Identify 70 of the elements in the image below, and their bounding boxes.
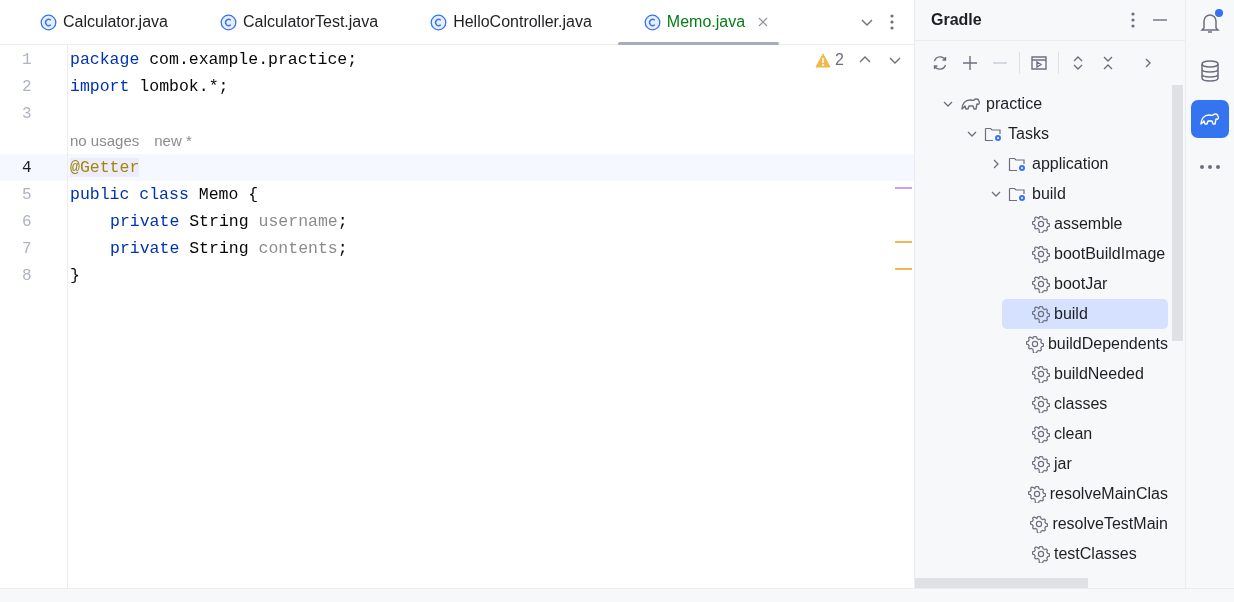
panel-title: Gradle	[931, 11, 983, 29]
gear-icon	[1032, 455, 1050, 473]
tool-window-button[interactable]	[1191, 100, 1229, 138]
tree-item[interactable]: buildDependents	[1002, 329, 1168, 359]
class-icon	[643, 13, 661, 31]
warning-count: 2	[835, 51, 844, 69]
badge-dot-icon	[1215, 9, 1223, 17]
tree-item[interactable]: Tasks	[954, 119, 1168, 149]
kebab-menu-icon[interactable]	[1131, 11, 1135, 29]
elephant-icon	[960, 95, 982, 113]
tree-item[interactable]: resolveMainClas	[1002, 479, 1168, 509]
class-icon	[40, 13, 57, 31]
class-icon	[430, 13, 448, 31]
line-number: 7	[21, 239, 33, 258]
gear-icon	[1032, 365, 1050, 383]
elephant-icon	[1199, 110, 1221, 128]
kebab-menu-icon[interactable]	[890, 13, 894, 31]
gear-icon	[1027, 485, 1046, 503]
code-line: public class Memo {	[69, 185, 259, 204]
editor-tab[interactable]: Calculator.java	[14, 0, 194, 44]
gear-icon	[1030, 515, 1049, 533]
editor-tab[interactable]: Memo.java	[617, 0, 780, 44]
tree-item[interactable]: testClasses	[1002, 539, 1168, 569]
line-number: 6	[21, 212, 33, 231]
tree-item[interactable]: practice	[930, 89, 1168, 119]
code-line: }	[69, 266, 80, 285]
run-configuration-icon[interactable]	[1028, 54, 1050, 72]
tree-item[interactable]: jar	[1002, 449, 1168, 479]
tree-item[interactable]: build	[978, 179, 1168, 209]
gear-icon	[1032, 245, 1050, 263]
scrollbar[interactable]	[915, 578, 1088, 588]
gear-icon	[1032, 305, 1050, 323]
tree-item[interactable]: build	[1002, 299, 1168, 329]
editor-tab[interactable]: CalculatorTest.java	[193, 0, 405, 44]
gear-icon	[1025, 335, 1044, 353]
tree-item[interactable]: resolveTestMain	[1002, 509, 1168, 539]
gear-icon	[1032, 545, 1050, 563]
class-icon	[219, 13, 237, 31]
folder-gear-icon	[1008, 155, 1028, 173]
line-number: 3	[21, 104, 33, 123]
code-line: private String username;	[109, 212, 348, 231]
line-number: 5	[21, 185, 33, 204]
line-number: 2	[21, 77, 33, 96]
tree-item[interactable]: bootBuildImage	[1002, 239, 1168, 269]
gear-icon	[1032, 215, 1050, 233]
tree-item[interactable]: assemble	[1002, 209, 1168, 239]
database-icon	[1199, 59, 1221, 83]
bell-icon	[1198, 11, 1222, 35]
tree-item[interactable]: classes	[1002, 389, 1168, 419]
code-line: private String contents;	[109, 239, 348, 258]
gear-icon	[1032, 395, 1050, 413]
more-icon	[1199, 164, 1221, 170]
scrollbar[interactable]	[1172, 85, 1183, 341]
code-line: import lombok.*;	[69, 77, 229, 96]
tree-item[interactable]: clean	[1002, 419, 1168, 449]
close-icon[interactable]	[757, 16, 770, 28]
inlay-hint[interactable]: no usages	[70, 132, 140, 149]
line-number: 4	[21, 158, 33, 177]
tree-item[interactable]: bootJar	[1002, 269, 1168, 299]
gear-icon	[1032, 275, 1050, 293]
inlay-hint[interactable]: new *	[154, 132, 192, 149]
gear-icon	[1032, 425, 1050, 443]
code-line: package com.example.practice;	[69, 50, 358, 69]
editor-tab[interactable]: HelloController.java	[404, 0, 618, 44]
line-number: 1	[21, 50, 33, 69]
folder-gear-icon	[1008, 185, 1028, 203]
tree-item[interactable]: application	[978, 149, 1168, 179]
line-number: 8	[21, 266, 33, 285]
folder-gear-icon	[984, 125, 1004, 143]
tree-item[interactable]: buildNeeded	[1002, 359, 1168, 389]
